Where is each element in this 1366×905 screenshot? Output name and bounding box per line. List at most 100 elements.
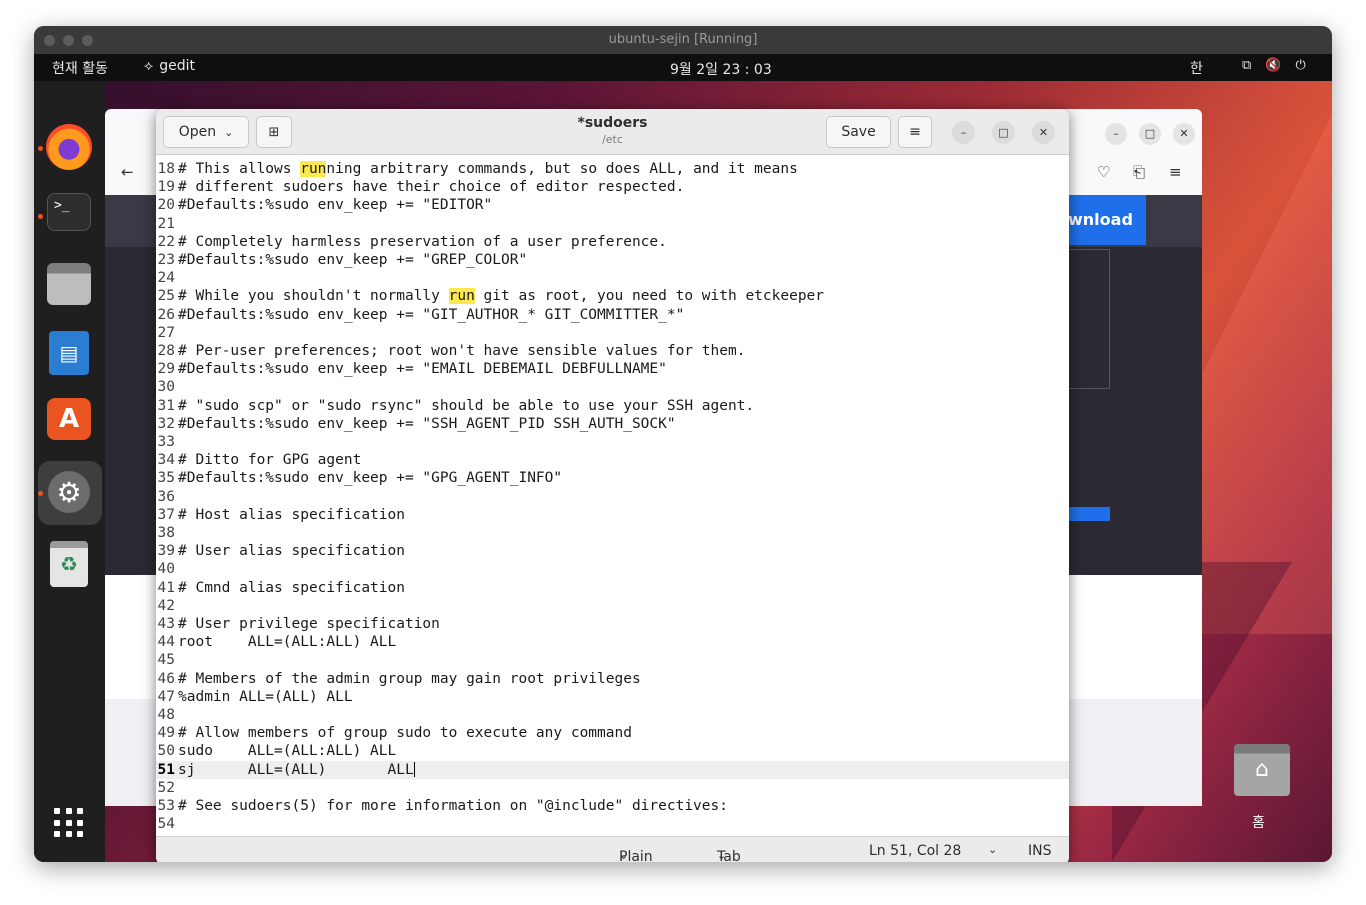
code-line[interactable]: 50 sudo ALL=(ALL:ALL) ALL <box>156 742 1069 760</box>
code-line[interactable]: 46 # Members of the admin group may gain … <box>156 670 1069 688</box>
line-text: # Cmnd alias specification <box>178 579 405 596</box>
close-button[interactable]: ✕ <box>1032 121 1055 144</box>
line-text: # User alias specification <box>178 543 405 560</box>
pocket-icon[interactable]: ♡ <box>1097 163 1110 181</box>
code-line[interactable]: 21 <box>156 215 1069 233</box>
code-line[interactable]: 34 # Ditto for GPG agent <box>156 451 1069 469</box>
code-line[interactable]: 33 <box>156 433 1069 451</box>
maximize-button[interactable]: □ <box>992 121 1015 144</box>
line-number: 37 <box>157 506 175 523</box>
clock[interactable]: 9월 2일 23 : 03 <box>670 59 772 79</box>
browser-close-button[interactable]: ✕ <box>1173 123 1195 145</box>
code-line[interactable]: 40 <box>156 560 1069 578</box>
code-line[interactable]: 52 <box>156 779 1069 797</box>
back-arrow-icon[interactable]: ← <box>121 163 134 181</box>
vm-close-button[interactable] <box>44 35 55 46</box>
browser-minimize-button[interactable]: – <box>1105 123 1127 145</box>
line-number: 52 <box>157 779 175 796</box>
line-text-segment: # This allows <box>178 161 301 177</box>
code-line[interactable]: 25 # While you shouldn't normally run git… <box>156 287 1069 305</box>
code-line[interactable]: 32 #Defaults:%sudo env_keep += "SSH_AGENT… <box>156 415 1069 433</box>
code-line[interactable]: 53 # See sudoers(5) for more information … <box>156 797 1069 815</box>
trash-icon[interactable]: ♻ <box>50 541 88 587</box>
code-line[interactable]: 48 <box>156 706 1069 724</box>
code-line[interactable]: 30 <box>156 378 1069 396</box>
code-line[interactable]: 38 <box>156 524 1069 542</box>
code-line[interactable]: 28 # Per-user preferences; root won't hav… <box>156 342 1069 360</box>
input-method-indicator[interactable]: 한 <box>1190 58 1203 78</box>
code-line[interactable]: 36 <box>156 488 1069 506</box>
power-icon: ⏻ <box>1295 58 1306 73</box>
code-line[interactable]: 19 # different sudoers have their choice … <box>156 178 1069 196</box>
terminal-icon[interactable]: >_ <box>47 193 91 231</box>
insert-mode[interactable]: INS <box>1028 843 1052 859</box>
vm-zoom-button[interactable] <box>82 35 93 46</box>
line-number: 22 <box>157 233 175 250</box>
line-text: # Host alias specification <box>178 506 405 523</box>
line-number: 18 <box>157 161 175 177</box>
code-line[interactable]: 47 %admin ALL=(ALL) ALL <box>156 688 1069 706</box>
line-number: 32 <box>157 415 175 432</box>
hamburger-menu-button[interactable]: ≡ <box>898 116 932 148</box>
firefox-icon[interactable] <box>46 124 92 170</box>
libreoffice-writer-icon[interactable]: ▤ <box>49 331 89 375</box>
line-text: # See sudoers(5) for more information on… <box>178 798 728 814</box>
app-center-icon[interactable]: A <box>47 398 91 440</box>
save-button[interactable]: Save <box>826 116 891 148</box>
code-line[interactable]: 35 #Defaults:%sudo env_keep += "GPG_AGENT… <box>156 469 1069 487</box>
line-text: # Ditto for GPG agent <box>178 452 362 469</box>
line-text: %admin ALL=(ALL) ALL <box>178 688 353 705</box>
app-menu[interactable]: ⟡ gedit <box>144 58 195 74</box>
running-indicator <box>38 214 43 219</box>
line-number: 25 <box>157 288 175 305</box>
code-line[interactable]: 39 # User alias specification <box>156 542 1069 560</box>
code-line[interactable]: 18 # This allows running arbitrary comman… <box>156 160 1069 178</box>
search-highlight: run <box>448 288 475 305</box>
code-line[interactable]: 24 <box>156 269 1069 287</box>
code-line[interactable]: 42 <box>156 597 1069 615</box>
vm-minimize-button[interactable] <box>63 35 74 46</box>
code-line[interactable]: 20 #Defaults:%sudo env_keep += "EDITOR" <box>156 196 1069 214</box>
code-line[interactable]: 45 <box>156 651 1069 669</box>
hamburger-menu-icon: ≡ <box>909 124 921 140</box>
activities-button[interactable]: 현재 활동 <box>52 58 108 78</box>
extensions-icon[interactable]: ⎗ <box>1133 163 1145 181</box>
line-number: 27 <box>157 324 175 341</box>
chevron-down-icon[interactable]: ⌄ <box>988 843 997 856</box>
show-apps-icon[interactable] <box>54 808 84 838</box>
settings-gear-icon[interactable]: ⚙ <box>48 471 90 513</box>
line-number: 24 <box>157 270 175 287</box>
code-line[interactable]: 29 #Defaults:%sudo env_keep += "EMAIL DEB… <box>156 360 1069 378</box>
line-text: # "sudo scp" or "sudo rsync" should be a… <box>178 397 755 414</box>
hamburger-menu-icon[interactable]: ≡ <box>1169 163 1182 181</box>
chevron-down-icon: ⌄ <box>619 849 629 862</box>
save-button-label: Save <box>841 124 876 140</box>
code-line[interactable]: 54 <box>156 815 1069 833</box>
code-line[interactable]: 22 # Completely harmless preservation of … <box>156 233 1069 251</box>
line-text: #Defaults:%sudo env_keep += "GIT_AUTHOR_… <box>178 306 685 323</box>
code-line[interactable]: 43 # User privilege specification <box>156 615 1069 633</box>
code-line[interactable]: 37 # Host alias specification <box>156 506 1069 524</box>
line-text: # different sudoers have their choice of… <box>178 179 685 196</box>
minimize-button[interactable]: – <box>952 121 975 144</box>
cursor-position[interactable]: Ln 51, Col 28 <box>869 843 961 859</box>
code-line[interactable]: 31 # "sudo scp" or "sudo rsync" should be… <box>156 397 1069 415</box>
code-line[interactable]: 44 root ALL=(ALL:ALL) ALL <box>156 633 1069 651</box>
home-folder-icon[interactable]: ⌂ <box>1234 744 1290 796</box>
code-line[interactable]: 41 # Cmnd alias specification <box>156 579 1069 597</box>
files-icon[interactable] <box>47 263 91 305</box>
line-number: 44 <box>157 634 175 651</box>
line-number: 45 <box>157 652 175 669</box>
line-number: 43 <box>157 616 175 632</box>
line-text-segment: git as root, you need to with etckeeper <box>474 288 825 305</box>
code-line[interactable]: 26 #Defaults:%sudo env_keep += "GIT_AUTHO… <box>156 306 1069 324</box>
gedit-window: Open ⌄ ⊞ *sudoers /etc Save ≡ – □ ✕ 18 # … <box>156 109 1069 862</box>
system-tray[interactable]: ⧉ 🔇 ⏻ <box>1242 58 1306 73</box>
code-line[interactable]: 49 # Allow members of group sudo to execu… <box>156 724 1069 742</box>
browser-maximize-button[interactable]: □ <box>1139 123 1161 145</box>
code-line[interactable]: 23 #Defaults:%sudo env_keep += "GREP_COLO… <box>156 251 1069 269</box>
text-editor[interactable]: 18 # This allows running arbitrary comman… <box>156 156 1069 836</box>
download-button[interactable]: wnload <box>1060 195 1146 245</box>
code-line[interactable]: 51 sj ALL=(ALL) ALL <box>156 760 1069 779</box>
code-line[interactable]: 27 <box>156 324 1069 342</box>
